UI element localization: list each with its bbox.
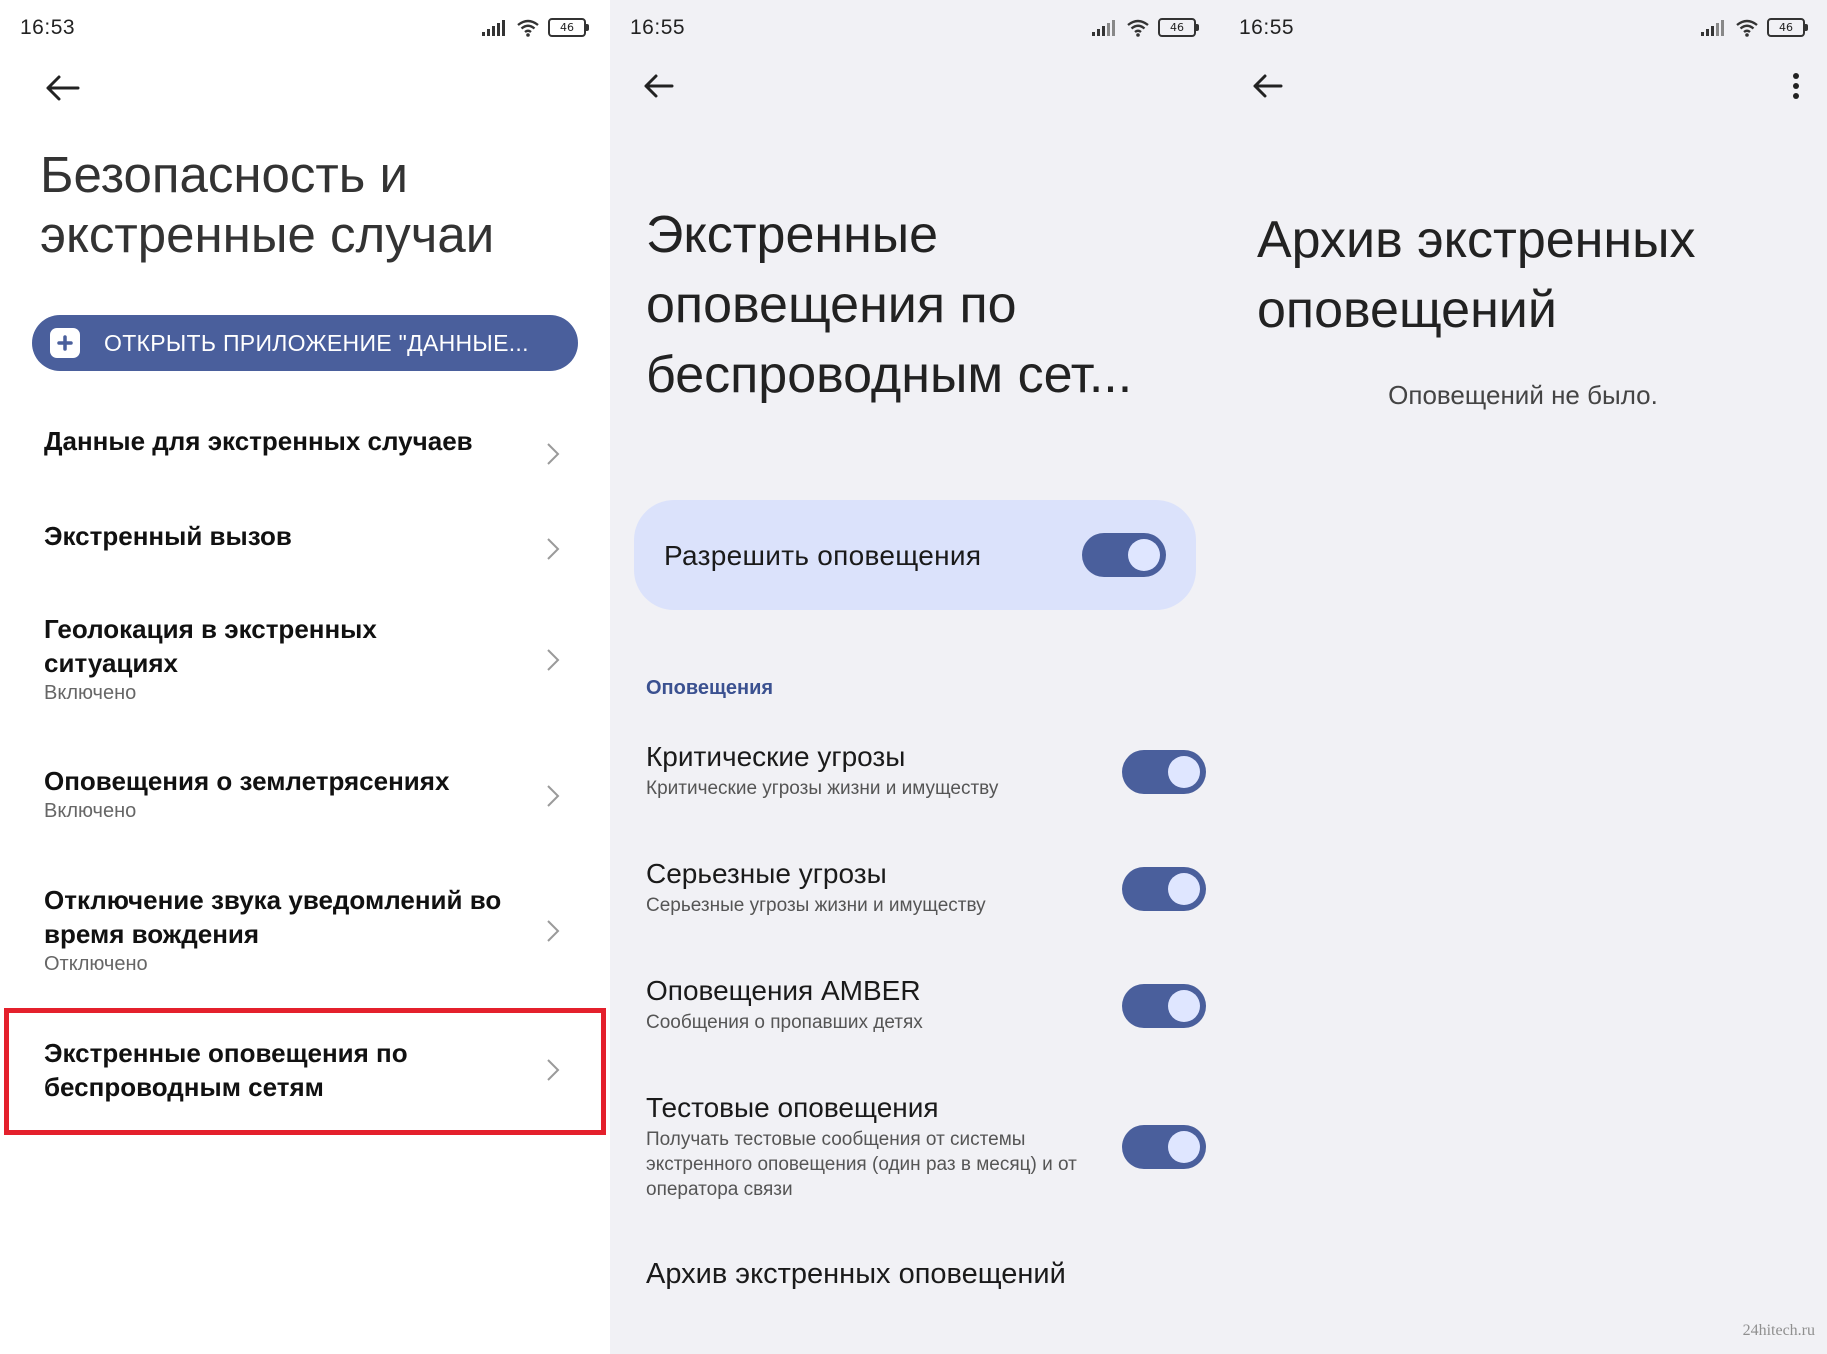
row-title: Серьезные угрозы [646, 858, 887, 889]
item-title: Данные для экстренных случаев [44, 426, 473, 456]
toggle-knob [1128, 539, 1160, 571]
row-test-alerts[interactable]: Тестовые оповещения Получать тестовые со… [646, 1091, 1206, 1202]
row-title: Тестовые оповещения [646, 1092, 939, 1123]
row-title: Оповещения AMBER [646, 975, 921, 1006]
wifi-icon [1127, 19, 1149, 37]
section-header: Оповещения [646, 677, 774, 699]
highlight-frame [4, 1008, 606, 1135]
back-arrow-icon[interactable] [42, 68, 82, 108]
item-subtitle: Отключено [44, 953, 148, 975]
watermark: 24hitech.ru [1742, 1322, 1815, 1339]
page-title: Экстренные оповещения по беспроводным се… [646, 206, 1133, 404]
security-settings-screen: 16:53 46 Безопасность и экстренные случа… [0, 0, 610, 1354]
page-title: Безопасность и экстренные случаи [40, 146, 495, 263]
critical-threats-toggle[interactable] [1122, 750, 1206, 794]
status-time: 16:55 [630, 16, 686, 39]
alerts-archive-screen: 16:55 46 Архив экстренных оповещений Опо… [1219, 0, 1827, 1354]
item-title: Отключение звука уведомлений во время во… [44, 885, 502, 949]
allow-alerts-toggle[interactable] [1082, 533, 1166, 577]
chevron-right-icon [547, 920, 560, 942]
amber-alerts-toggle[interactable] [1122, 984, 1206, 1028]
wifi-icon [1736, 19, 1758, 37]
medical-plus-icon [50, 328, 80, 358]
wifi-icon [517, 19, 539, 37]
row-amber-alerts[interactable]: Оповещения AMBER Сообщения о пропавших д… [646, 974, 1206, 1035]
item-emergency-info[interactable]: Данные для экстренных случаев [44, 424, 584, 484]
status-time: 16:55 [1239, 16, 1295, 39]
row-subtitle: Серьезные угрозы жизни и имуществу [646, 895, 986, 916]
signal-icon [482, 19, 505, 36]
toggle-knob [1168, 756, 1200, 788]
more-options-icon[interactable] [1792, 72, 1800, 100]
chevron-right-icon [547, 443, 560, 465]
item-subtitle: Включено [44, 800, 137, 822]
item-title: Геолокация в экстренных ситуациях [44, 614, 377, 678]
back-arrow-icon[interactable] [638, 66, 678, 106]
battery-icon: 46 [548, 18, 589, 37]
row-subtitle: Сообщения о пропавших детях [646, 1012, 923, 1033]
status-time: 16:53 [20, 16, 76, 39]
toggle-knob [1168, 1131, 1200, 1163]
toggle-knob [1168, 990, 1200, 1022]
item-subtitle: Включено [44, 682, 137, 704]
empty-state-text: Оповещений не было. [1388, 380, 1658, 410]
row-severe-threats[interactable]: Серьезные угрозы Серьезные угрозы жизни … [646, 857, 1206, 918]
status-icons: 46 [482, 18, 589, 37]
item-title: Экстренный вызов [44, 521, 292, 551]
back-arrow-icon[interactable] [1247, 66, 1287, 106]
test-alerts-toggle[interactable] [1122, 1125, 1206, 1169]
page-title: Архив экстренных оповещений [1257, 211, 1696, 339]
allow-alerts-card[interactable]: Разрешить оповещения [634, 500, 1196, 610]
open-emergency-info-button[interactable]: ОТКРЫТЬ ПРИЛОЖЕНИЕ "ДАННЫЕ... [32, 315, 578, 371]
status-icons: 46 [1701, 18, 1808, 37]
toggle-knob [1168, 873, 1200, 905]
allow-alerts-label: Разрешить оповещения [664, 540, 982, 571]
battery-icon: 46 [1158, 18, 1199, 37]
status-icons: 46 [1092, 18, 1199, 37]
item-emergency-location[interactable]: Геолокация в экстренных ситуациях Включе… [44, 612, 584, 708]
chevron-right-icon [547, 538, 560, 560]
row-subtitle: Критические угрозы жизни и имуществу [646, 778, 999, 799]
chevron-right-icon [547, 785, 560, 807]
severe-threats-toggle[interactable] [1122, 867, 1206, 911]
battery-icon: 46 [1767, 18, 1808, 37]
alerts-archive-link[interactable]: Архив экстренных оповещений [646, 1258, 1066, 1291]
item-driving-mute[interactable]: Отключение звука уведомлений во время во… [44, 883, 584, 979]
chevron-right-icon [547, 649, 560, 671]
signal-icon [1701, 19, 1724, 36]
row-subtitle: Получать тестовые сообщения от системы э… [646, 1129, 1077, 1200]
item-title: Оповещения о землетрясениях [44, 766, 450, 796]
open-emergency-info-label: ОТКРЫТЬ ПРИЛОЖЕНИЕ "ДАННЫЕ... [104, 329, 529, 356]
row-critical-threats[interactable]: Критические угрозы Критические угрозы жи… [646, 740, 1206, 801]
signal-icon [1092, 19, 1115, 36]
item-earthquake-alerts[interactable]: Оповещения о землетрясениях Включено [44, 764, 584, 828]
row-title: Критические угрозы [646, 741, 906, 772]
wireless-alerts-screen: 16:55 46 Экстренные оповещения по беспро… [610, 0, 1219, 1354]
item-emergency-call[interactable]: Экстренный вызов [44, 519, 584, 579]
